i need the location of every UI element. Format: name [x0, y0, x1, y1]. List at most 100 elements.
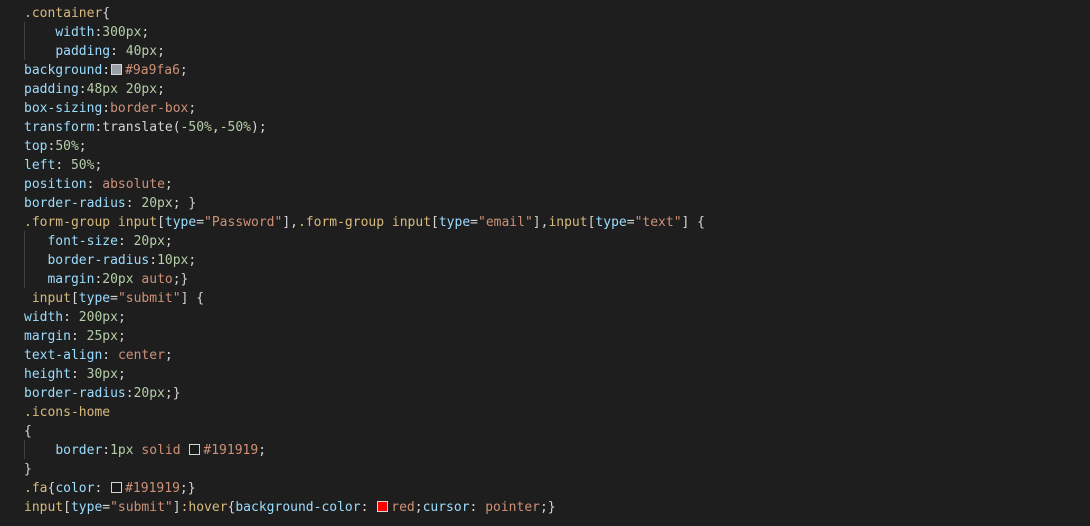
code-line[interactable]: font-size: 20px; [24, 232, 172, 251]
code-token: left [24, 158, 56, 173]
code-token: : [86, 177, 103, 192]
code-token: ; [94, 158, 103, 173]
code-line[interactable]: top:50%; [24, 137, 87, 156]
code-token: .form-group input [297, 215, 432, 230]
code-token: ; } [172, 196, 197, 211]
code-line[interactable]: padding:48px 20px; [24, 80, 165, 99]
code-token: ; [117, 329, 126, 344]
code-token: 48px 20px [86, 82, 158, 97]
code-line[interactable]: border:1px solid #191919; [24, 441, 266, 460]
code-token: type [438, 215, 471, 230]
code-token: 1px [110, 443, 134, 458]
code-token: 30px [86, 367, 118, 382]
color-swatch[interactable] [189, 444, 201, 455]
code-token: padding [24, 82, 79, 97]
code-token: color [55, 481, 95, 496]
code-token: ; [157, 82, 165, 97]
code-token: input [31, 291, 71, 306]
code-line[interactable]: input[type="submit"] { [24, 289, 204, 308]
code-token: type [70, 500, 103, 515]
code-token: 200px [78, 310, 118, 325]
code-line[interactable]: margin:20px auto;} [24, 270, 188, 289]
code-token: ;} [539, 500, 556, 515]
code-token: background [24, 63, 103, 78]
code-line[interactable]: border-radius: 20px; } [24, 194, 196, 213]
code-token: = [470, 215, 478, 230]
color-swatch[interactable] [111, 482, 123, 493]
code-token: margin [47, 272, 95, 287]
code-line[interactable]: .icons-home [24, 403, 110, 422]
code-token: -50% [219, 120, 251, 135]
code-token: input [24, 500, 64, 515]
code-token: : [149, 253, 158, 268]
code-line[interactable]: box-sizing:border-box; [24, 99, 196, 118]
code-token: box-sizing [24, 101, 103, 116]
code-token: { [24, 424, 32, 439]
code-token: [ [157, 215, 165, 230]
code-token: red [391, 500, 415, 515]
code-token: top [24, 139, 48, 154]
code-token: : [117, 234, 134, 249]
code-token: .icons-home [24, 405, 111, 420]
code-line[interactable]: input[type="submit"]:hover{background-co… [24, 498, 556, 517]
code-token: auto [141, 272, 173, 287]
code-token: } [24, 462, 32, 477]
code-line[interactable]: left: 50%; [24, 156, 102, 175]
code-token: : [110, 44, 126, 59]
code-line[interactable]: text-align: center; [24, 346, 173, 365]
code-line[interactable]: width: 200px; [24, 308, 126, 327]
code-token: ] [172, 500, 181, 515]
color-swatch[interactable] [111, 64, 123, 75]
code-token: 20px [102, 272, 134, 287]
code-token: ] { [681, 215, 706, 230]
code-line[interactable]: transform:translate(-50%,-50%); [24, 118, 267, 137]
code-token: : [102, 101, 111, 116]
code-line[interactable]: .fa{color: #191919;} [24, 479, 196, 498]
code-line[interactable]: .form-group input[type="Password"],.form… [24, 213, 705, 232]
code-token: 50% [70, 158, 95, 173]
code-token: , [211, 120, 220, 135]
code-token: ; [164, 348, 173, 363]
code-line[interactable]: width:300px; [24, 23, 149, 42]
code-token: .container [24, 6, 103, 21]
code-line[interactable]: { [24, 422, 32, 441]
code-token: ], [532, 215, 549, 230]
code-line[interactable]: .container{ [24, 4, 110, 23]
code-token: 40px [125, 44, 158, 59]
code-line[interactable]: height: 30px; [24, 365, 126, 384]
code-line[interactable]: } [24, 460, 32, 479]
code-token: ;} [172, 272, 189, 287]
code-token: "text" [634, 215, 682, 230]
code-token: 25px [86, 329, 118, 344]
code-line[interactable]: border-radius:10px; [24, 251, 196, 270]
code-line[interactable]: padding: 40px; [24, 42, 165, 61]
code-line[interactable]: border-radius:20px;} [24, 384, 181, 403]
code-token: ; [258, 443, 267, 458]
code-token: ;} [164, 386, 181, 401]
color-swatch[interactable] [377, 501, 389, 512]
code-token: type [78, 291, 111, 306]
code-token: absolute [102, 177, 165, 192]
code-line[interactable]: margin: 25px; [24, 327, 126, 346]
code-line[interactable]: background: #9a9fa6; [24, 61, 188, 80]
code-token: ;} [179, 481, 196, 496]
code-token: "submit" [117, 291, 181, 306]
code-line[interactable]: position: absolute; [24, 175, 173, 194]
code-token: : [469, 500, 486, 515]
code-token: center [117, 348, 165, 363]
code-editor[interactable]: .container{ width:300px; padding: 40px; b… [0, 0, 1090, 526]
code-token: width [55, 25, 95, 40]
code-token: : [102, 348, 118, 363]
code-token: ; [117, 367, 126, 382]
code-token: border-box [110, 101, 189, 116]
code-token: = [102, 500, 111, 515]
code-token: #191919 [203, 443, 259, 458]
code-token: pointer [485, 500, 540, 515]
code-token: ; [414, 500, 423, 515]
